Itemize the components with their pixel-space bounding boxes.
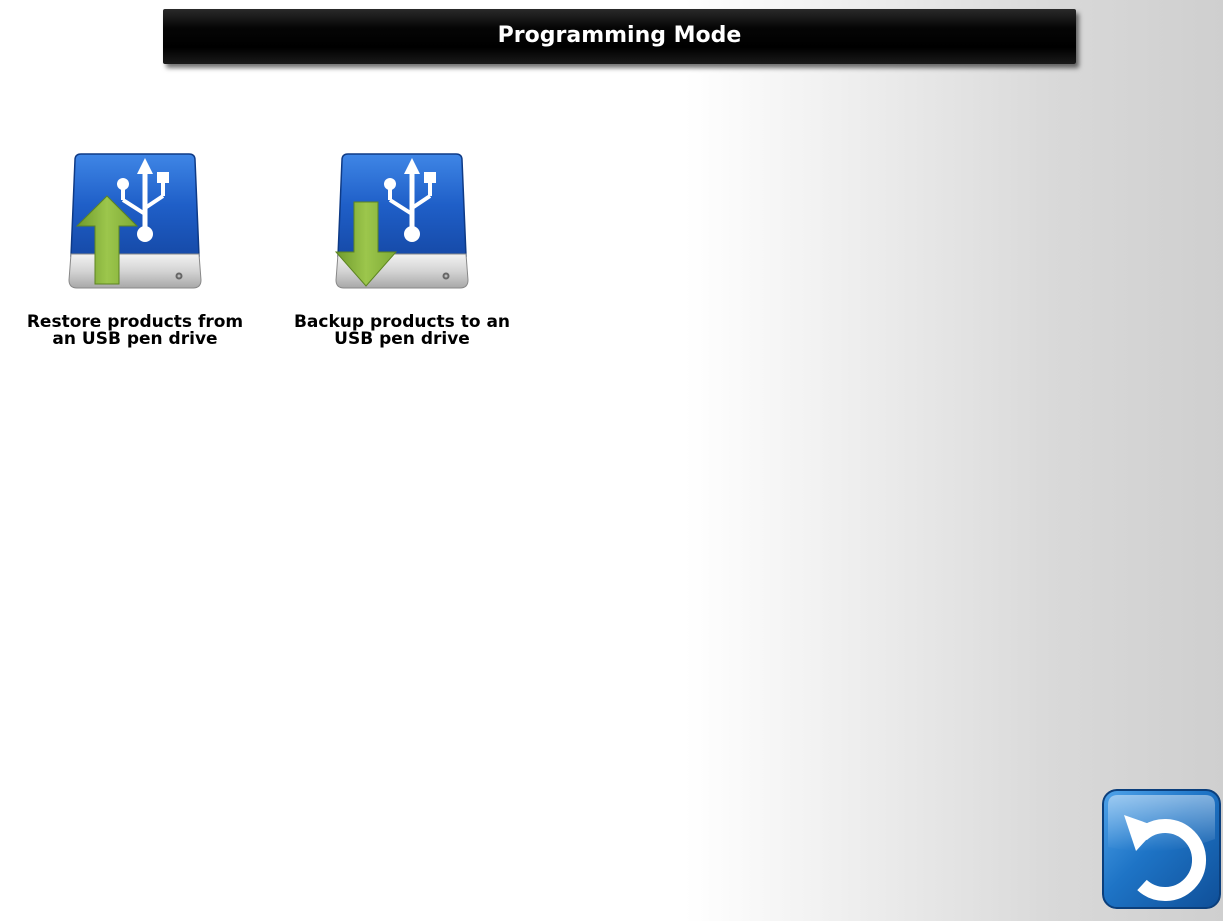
page-title: Programming Mode [497, 23, 742, 48]
usb-drive-upload-icon [68, 153, 202, 289]
restore-label-line2: an USB pen drive [52, 329, 218, 349]
usb-drive-download-icon [334, 153, 469, 289]
restore-products-button[interactable]: Restore products from an USB pen drive [2, 150, 268, 348]
backup-products-button[interactable]: Backup products to an USB pen drive [269, 150, 535, 348]
back-button[interactable] [1102, 789, 1221, 909]
backup-label-line2: USB pen drive [334, 329, 470, 349]
restore-products-label: Restore products from an USB pen drive [2, 314, 268, 348]
title-bar: Programming Mode [163, 9, 1076, 64]
backup-products-label: Backup products to an USB pen drive [269, 314, 535, 348]
